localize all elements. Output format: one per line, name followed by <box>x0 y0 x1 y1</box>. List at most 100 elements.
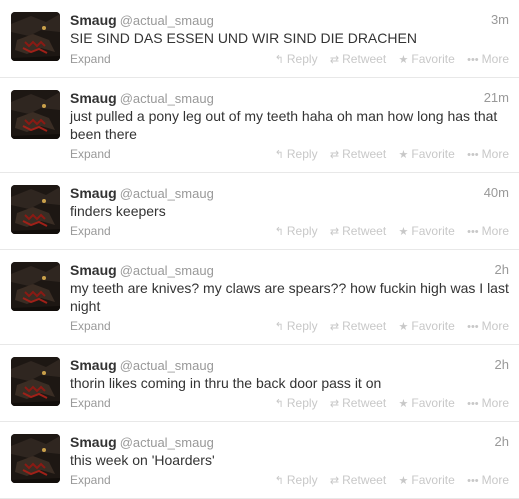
retweet-button[interactable]: ⇄ Retweet <box>330 146 386 163</box>
favorite-button[interactable]: ★ Favorite <box>399 146 455 163</box>
more-button[interactable]: ••• More <box>467 146 509 163</box>
tweet-header: Smaug @actual_smaug 2h <box>70 261 509 279</box>
avatar[interactable] <box>11 185 60 234</box>
tweet-footer: Expand ↰ Reply ⇄ Retweet ★ Favorite ••• More <box>70 395 509 411</box>
more-button[interactable]: ••• More <box>467 223 509 240</box>
star-icon: ★ <box>398 149 409 161</box>
avatar[interactable] <box>11 12 60 61</box>
dots-icon: ••• <box>467 54 479 66</box>
retweet-label: Retweet <box>342 147 387 161</box>
tweet-actions: ↰ Reply ⇄ Retweet ★ Favorite ••• More <box>266 223 509 240</box>
tweet-timestamp[interactable]: 2h <box>495 433 509 451</box>
favorite-button[interactable]: ★ Favorite <box>399 472 455 489</box>
retweet-button[interactable]: ⇄ Retweet <box>330 395 386 412</box>
reply-label: Reply <box>286 147 318 161</box>
tweet-text: just pulled a pony leg out of my teeth h… <box>70 108 498 142</box>
more-label: More <box>481 319 509 333</box>
more-button[interactable]: ••• More <box>467 395 509 412</box>
tweet-actions: ↰ Reply ⇄ Retweet ★ Favorite ••• More <box>266 395 509 412</box>
tweet-header: Smaug @actual_smaug 3m <box>70 11 509 29</box>
dragon-avatar-icon <box>11 185 60 234</box>
tweet-header: Smaug @actual_smaug 21m <box>70 89 509 107</box>
author-handle[interactable]: @actual_smaug <box>120 186 214 201</box>
expand-link[interactable]: Expand <box>70 51 111 67</box>
reply-button[interactable]: ↰ Reply <box>275 146 318 163</box>
retweet-button[interactable]: ⇄ Retweet <box>330 223 386 240</box>
author-name[interactable]: Smaug <box>70 185 117 201</box>
tweet[interactable]: Smaug @actual_smaug 2h thorin likes comin… <box>0 345 519 422</box>
star-icon: ★ <box>398 54 409 66</box>
more-button[interactable]: ••• More <box>467 472 509 489</box>
author-handle[interactable]: @actual_smaug <box>120 263 214 278</box>
author-handle[interactable]: @actual_smaug <box>120 13 214 28</box>
author-name[interactable]: Smaug <box>70 357 117 373</box>
tweet-footer: Expand ↰ Reply ⇄ Retweet ★ Favorite ••• More <box>70 472 509 488</box>
tweet[interactable]: Smaug @actual_smaug 3m SIE SIND DAS ESSEN… <box>0 0 519 78</box>
favorite-label: Favorite <box>411 319 455 333</box>
dragon-avatar-icon <box>11 434 60 483</box>
reply-button[interactable]: ↰ Reply <box>275 223 318 240</box>
tweet-timestamp[interactable]: 40m <box>484 184 509 202</box>
dots-icon: ••• <box>467 149 479 161</box>
reply-button[interactable]: ↰ Reply <box>275 472 318 489</box>
more-button[interactable]: ••• More <box>467 318 509 335</box>
reply-arrow-icon: ↰ <box>274 226 284 238</box>
reply-button[interactable]: ↰ Reply <box>275 318 318 335</box>
favorite-label: Favorite <box>411 52 455 66</box>
retweet-button[interactable]: ⇄ Retweet <box>330 318 386 335</box>
more-label: More <box>481 52 509 66</box>
expand-link[interactable]: Expand <box>70 318 111 334</box>
tweet[interactable]: Smaug @actual_smaug 40m finders keepers E… <box>0 173 519 250</box>
avatar[interactable] <box>11 90 60 139</box>
author-name[interactable]: Smaug <box>70 434 117 450</box>
author-name[interactable]: Smaug <box>70 90 117 106</box>
retweet-arrows-icon: ⇄ <box>329 54 340 66</box>
avatar[interactable] <box>11 357 60 406</box>
tweet[interactable]: Smaug @actual_smaug 2h this week on 'Hoar… <box>0 422 519 499</box>
dots-icon: ••• <box>467 398 479 410</box>
author-handle[interactable]: @actual_smaug <box>120 91 214 106</box>
more-label: More <box>481 224 509 238</box>
tweet-actions: ↰ Reply ⇄ Retweet ★ Favorite ••• More <box>266 472 509 489</box>
avatar[interactable] <box>11 434 60 483</box>
reply-button[interactable]: ↰ Reply <box>275 51 318 68</box>
author-name[interactable]: Smaug <box>70 262 117 278</box>
author-handle[interactable]: @actual_smaug <box>120 358 214 373</box>
star-icon: ★ <box>398 226 409 238</box>
tweet[interactable]: Smaug @actual_smaug 21m just pulled a pon… <box>0 78 519 173</box>
author-name[interactable]: Smaug <box>70 12 117 28</box>
favorite-button[interactable]: ★ Favorite <box>399 223 455 240</box>
tweet-timestamp[interactable]: 2h <box>495 261 509 279</box>
tweet-timestamp[interactable]: 3m <box>491 11 509 29</box>
tweet-timestamp[interactable]: 2h <box>495 356 509 374</box>
reply-button[interactable]: ↰ Reply <box>275 395 318 412</box>
tweet-text: SIE SIND DAS ESSEN UND WIR SIND DIE DRAC… <box>70 30 417 46</box>
retweet-button[interactable]: ⇄ Retweet <box>330 472 386 489</box>
tweet-timeline: Smaug @actual_smaug 3m SIE SIND DAS ESSEN… <box>0 0 519 499</box>
more-label: More <box>481 473 509 487</box>
retweet-arrows-icon: ⇄ <box>329 226 340 238</box>
favorite-label: Favorite <box>411 473 455 487</box>
tweet-actions: ↰ Reply ⇄ Retweet ★ Favorite ••• More <box>266 146 509 163</box>
more-button[interactable]: ••• More <box>467 51 509 68</box>
expand-link[interactable]: Expand <box>70 146 111 162</box>
favorite-label: Favorite <box>411 396 455 410</box>
tweet[interactable]: Smaug @actual_smaug 2h my teeth are knive… <box>0 250 519 345</box>
author-handle[interactable]: @actual_smaug <box>120 435 214 450</box>
favorite-button[interactable]: ★ Favorite <box>399 51 455 68</box>
dragon-avatar-icon <box>11 12 60 61</box>
retweet-button[interactable]: ⇄ Retweet <box>330 51 386 68</box>
favorite-button[interactable]: ★ Favorite <box>399 318 455 335</box>
expand-link[interactable]: Expand <box>70 472 111 488</box>
favorite-button[interactable]: ★ Favorite <box>399 395 455 412</box>
more-label: More <box>481 396 509 410</box>
reply-label: Reply <box>286 52 318 66</box>
expand-link[interactable]: Expand <box>70 395 111 411</box>
retweet-label: Retweet <box>342 473 387 487</box>
tweet-timestamp[interactable]: 21m <box>484 89 509 107</box>
expand-link[interactable]: Expand <box>70 223 111 239</box>
retweet-arrows-icon: ⇄ <box>329 475 340 487</box>
dragon-avatar-icon <box>11 90 60 139</box>
tweet-footer: Expand ↰ Reply ⇄ Retweet ★ Favorite ••• More <box>70 223 509 239</box>
avatar[interactable] <box>11 262 60 311</box>
